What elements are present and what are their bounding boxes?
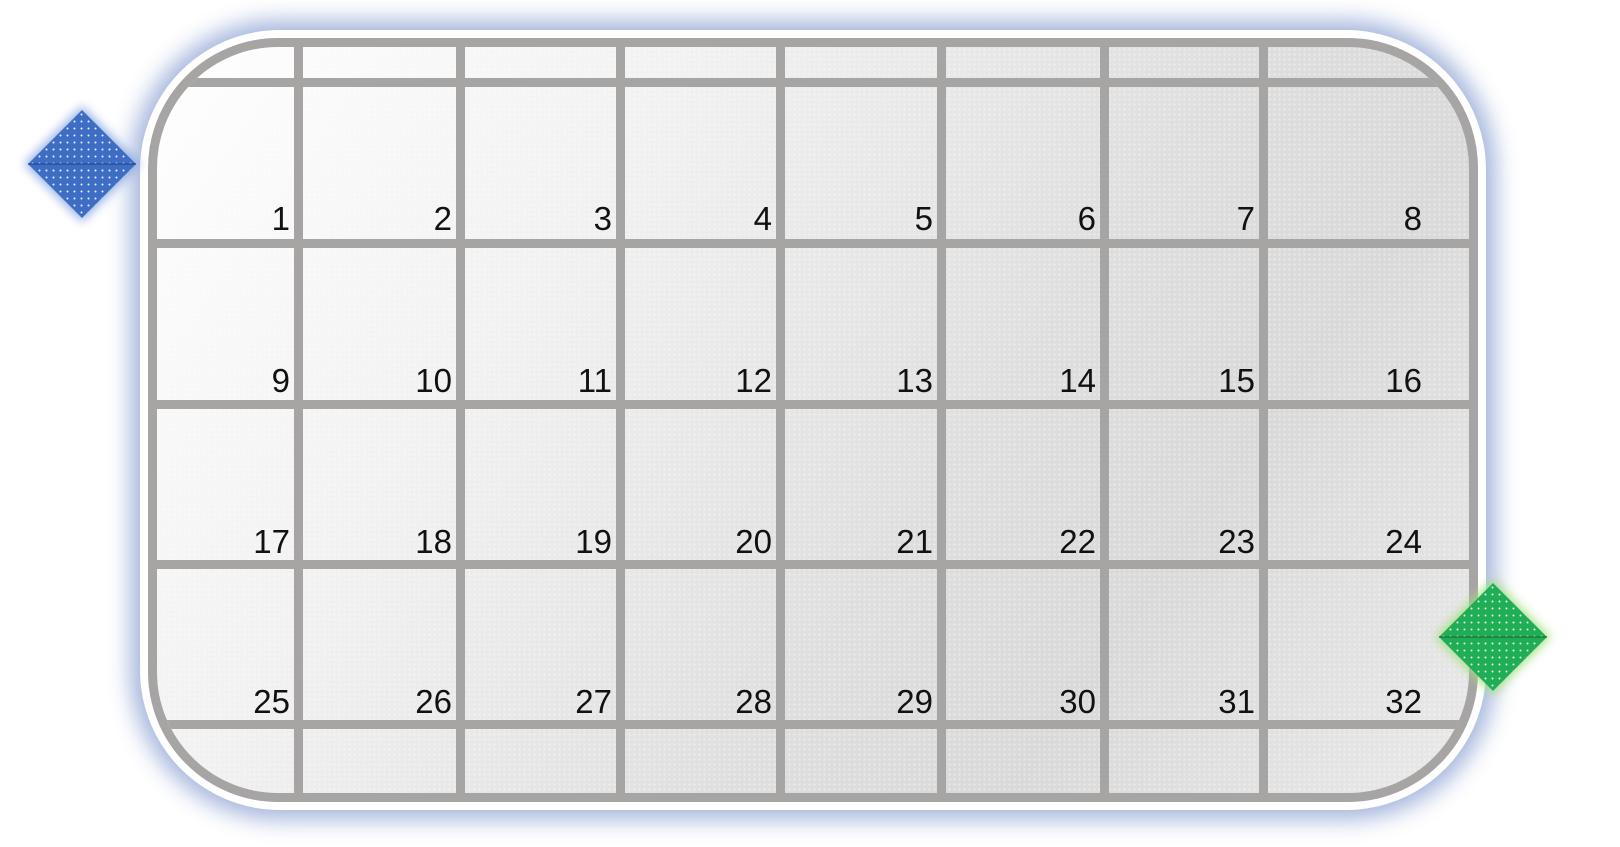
well-number-label: 3 xyxy=(593,200,612,237)
well-number-label: 11 xyxy=(577,362,612,399)
well-plate-tray: 1 2 3 4 5 6 7 8 9 10 11 12 13 14 15 16 17 18 19 20 21 22 23 24 2… xyxy=(148,38,1478,802)
well-number-label: 22 xyxy=(1059,523,1096,560)
well-number-label: 28 xyxy=(735,683,772,720)
grid-divider-horizontal xyxy=(157,400,1469,409)
well-number-label: 13 xyxy=(896,362,933,399)
well-number-label: 5 xyxy=(914,200,933,237)
well-number-label: 4 xyxy=(753,200,772,237)
grid-divider-horizontal xyxy=(157,78,1469,87)
well-number-label: 9 xyxy=(271,362,290,399)
well-number-label: 25 xyxy=(253,683,290,720)
well-number-label: 17 xyxy=(253,523,290,560)
well-number-label: 6 xyxy=(1077,200,1096,237)
grid-divider-vertical xyxy=(1259,47,1268,793)
well-number-label: 7 xyxy=(1236,200,1255,237)
well-number-label: 1 xyxy=(271,200,290,237)
well-number-label: 32 xyxy=(1385,683,1422,720)
well-number-label: 20 xyxy=(735,523,772,560)
green-diamond-marker-icon xyxy=(1433,577,1553,697)
well-number-label: 24 xyxy=(1385,523,1422,560)
well-number-label: 29 xyxy=(896,683,933,720)
grid-divider-vertical xyxy=(1100,47,1109,793)
well-number-label: 30 xyxy=(1059,683,1096,720)
well-number-label: 8 xyxy=(1403,200,1422,237)
grid-divider-horizontal xyxy=(157,239,1469,248)
well-number-label: 23 xyxy=(1218,523,1255,560)
grid-divider-vertical xyxy=(456,47,465,793)
well-number-label: 14 xyxy=(1059,362,1096,399)
well-number-label: 12 xyxy=(735,362,772,399)
grid-divider-vertical xyxy=(776,47,785,793)
well-number-label: 10 xyxy=(415,362,452,399)
grid-divider-horizontal xyxy=(157,720,1469,729)
well-number-label: 15 xyxy=(1218,362,1255,399)
well-number-label: 2 xyxy=(433,200,452,237)
grid-divider-vertical xyxy=(616,47,625,793)
blue-diamond-marker-icon xyxy=(22,104,142,224)
well-number-label: 18 xyxy=(415,523,452,560)
grid-divider-vertical xyxy=(937,47,946,793)
grid-divider-horizontal xyxy=(157,560,1469,569)
grid-divider-vertical xyxy=(294,47,303,793)
well-number-label: 19 xyxy=(575,523,612,560)
well-number-label: 27 xyxy=(575,683,612,720)
well-number-label: 16 xyxy=(1385,362,1422,399)
well-number-label: 26 xyxy=(415,683,452,720)
well-number-label: 31 xyxy=(1218,683,1255,720)
well-number-label: 21 xyxy=(896,523,933,560)
